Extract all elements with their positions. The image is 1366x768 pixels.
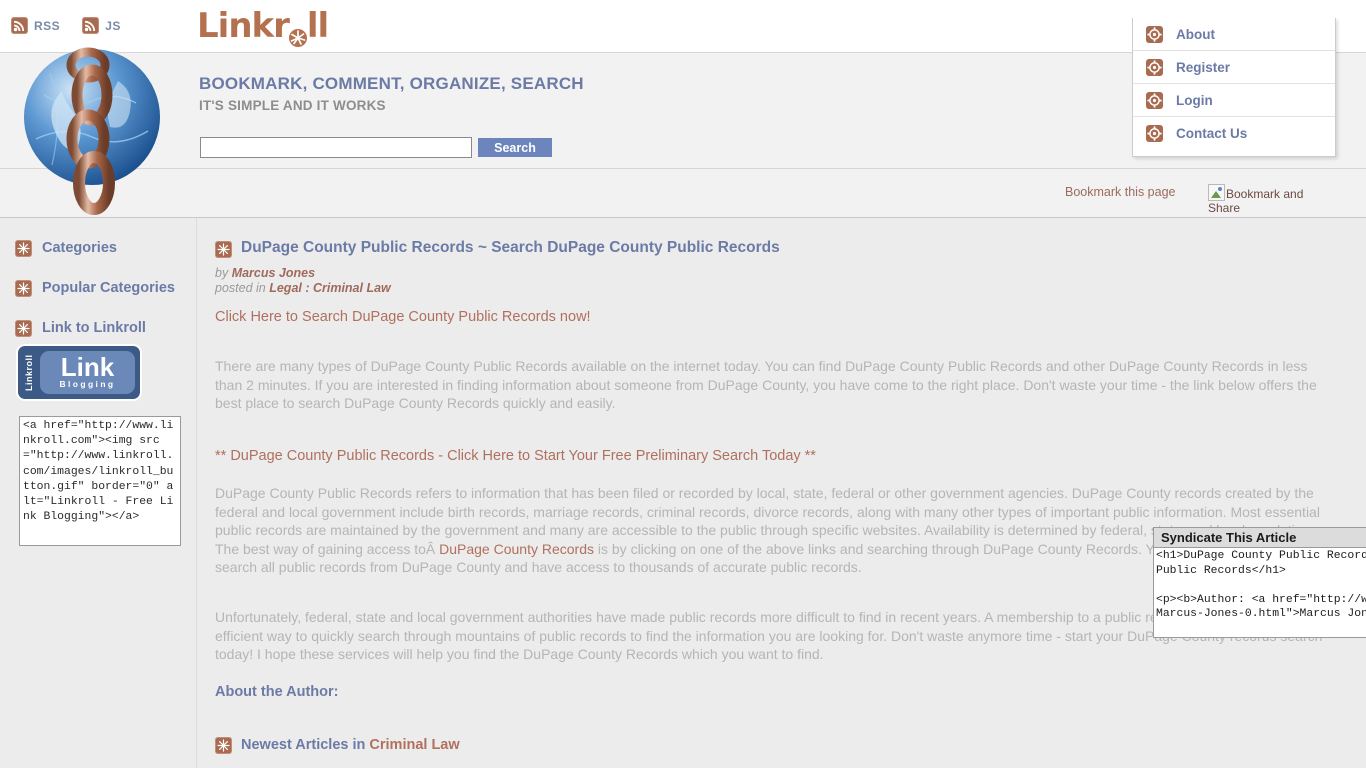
search-form: Search <box>200 137 552 158</box>
starburst-icon <box>15 319 32 337</box>
gear-icon <box>1146 58 1163 76</box>
dupage-county-records-link[interactable]: DuPage County Records <box>439 541 594 557</box>
search-input[interactable] <box>200 137 472 158</box>
logo-text-right: ll <box>306 6 329 46</box>
js-feed-label: JS <box>105 18 121 33</box>
starburst-icon <box>15 279 32 297</box>
nav-item-contact-us[interactable]: Contact Us <box>1133 117 1335 150</box>
link-blogging-vertical-text: Linkroll <box>24 354 34 391</box>
category-link[interactable]: Legal : Criminal Law <box>269 281 391 295</box>
newest-articles-category[interactable]: Criminal Law <box>369 737 459 753</box>
hero-subtagline: IT'S SIMPLE AND IT WORKS <box>199 98 386 113</box>
article-content: DuPage County Public Records ~ Search Du… <box>198 218 1366 768</box>
link-blogging-pill: Link Blogging <box>40 351 135 394</box>
syndicate-box: Syndicate This Article <h1>DuPage County… <box>1153 527 1366 638</box>
rss-feed-link[interactable]: RSS <box>11 17 60 34</box>
rss-icon <box>11 17 28 34</box>
globe-chain-image <box>22 47 162 215</box>
gear-icon <box>1146 125 1163 142</box>
broken-image-icon <box>1208 184 1225 201</box>
article-title-row: DuPage County Public Records ~ Search Du… <box>215 239 780 258</box>
link-blogging-big-text: Link <box>60 351 115 382</box>
article-byline: by Marcus Jones posted in Legal : Crimin… <box>215 266 391 296</box>
nav-item-login[interactable]: Login <box>1133 84 1335 117</box>
newest-articles-heading: Newest Articles in Criminal Law <box>215 736 460 754</box>
sidebar-item-popular-categories[interactable]: Popular Categories <box>0 278 196 298</box>
nav-item-register[interactable]: Register <box>1133 51 1335 84</box>
bookmark-this-page-link[interactable]: Bookmark this page <box>1065 185 1175 199</box>
nav-item-label: Contact Us <box>1176 126 1248 141</box>
main-nav-panel: About Register Login Contact Us <box>1132 18 1336 157</box>
syndicate-heading: Syndicate This Article <box>1153 527 1366 547</box>
link-blogging-small-text: Blogging <box>59 378 116 389</box>
byline-category-line: posted in Legal : Criminal Law <box>215 281 391 296</box>
sidebar-item-label: Link to Linkroll <box>42 320 146 336</box>
rss-feed-label: RSS <box>34 18 61 33</box>
sidebar-item-label: Popular Categories <box>42 280 175 296</box>
nav-item-label: About <box>1176 26 1215 42</box>
feed-links: RSS JS <box>11 17 121 34</box>
rss-icon <box>82 17 100 34</box>
sidebar-item-link-to-linkroll[interactable]: Link to Linkroll <box>0 318 196 338</box>
nav-item-label: Login <box>1176 92 1213 108</box>
syndicate-code-text: <h1>DuPage County Public Records ~ Searc… <box>1156 550 1366 621</box>
search-button[interactable]: Search <box>478 138 552 157</box>
article-paragraph-1: There are many types of DuPage County Pu… <box>215 358 1317 411</box>
page-title[interactable]: DuPage County Public Records ~ Search Du… <box>241 239 780 257</box>
about-the-author-heading: About the Author: <box>215 684 339 700</box>
starburst-icon <box>215 736 232 754</box>
js-feed-link[interactable]: JS <box>82 17 121 34</box>
site-logo[interactable]: Linkr ll <box>197 6 329 47</box>
cta-mid-link[interactable]: ** DuPage County Public Records - Click … <box>215 448 1335 464</box>
logo-burst-icon <box>287 17 309 47</box>
posted-in-prefix: posted in <box>215 281 270 295</box>
by-prefix: by <box>215 266 232 280</box>
nav-item-about[interactable]: About <box>1133 18 1335 51</box>
starburst-icon <box>15 239 32 257</box>
logo-text-left: Linkr <box>197 6 290 46</box>
cta-top-link[interactable]: Click Here to Search DuPage County Publi… <box>215 309 591 325</box>
sidebar-item-label: Categories <box>42 240 117 256</box>
starburst-icon <box>215 241 232 258</box>
gear-icon <box>1146 25 1163 43</box>
page-root: RSS JS Linkr ll About Register Login Con… <box>0 0 1366 768</box>
embed-code-textarea[interactable]: <a href="http://www.linkroll.com"><img s… <box>19 416 181 546</box>
newest-articles-prefix: Newest Articles in <box>241 737 370 753</box>
syndicate-code-textarea[interactable]: <h1>DuPage County Public Records ~ Searc… <box>1153 547 1366 638</box>
main-area: Categories Popular Categories Link to Li… <box>0 218 1366 768</box>
author-link[interactable]: Marcus Jones <box>232 266 315 280</box>
hero-tagline: BOOKMARK, COMMENT, ORGANIZE, SEARCH <box>199 74 584 93</box>
nav-item-label: Register <box>1176 59 1231 75</box>
sidebar: Categories Popular Categories Link to Li… <box>0 218 197 768</box>
link-blogging-button-image[interactable]: Linkroll Link Blogging <box>18 346 140 399</box>
byline-author-line: by Marcus Jones <box>215 266 391 281</box>
gear-icon <box>1146 91 1163 109</box>
bookmark-and-share-link[interactable]: Bookmark and Share <box>1208 184 1320 215</box>
sidebar-item-categories[interactable]: Categories <box>0 238 196 258</box>
